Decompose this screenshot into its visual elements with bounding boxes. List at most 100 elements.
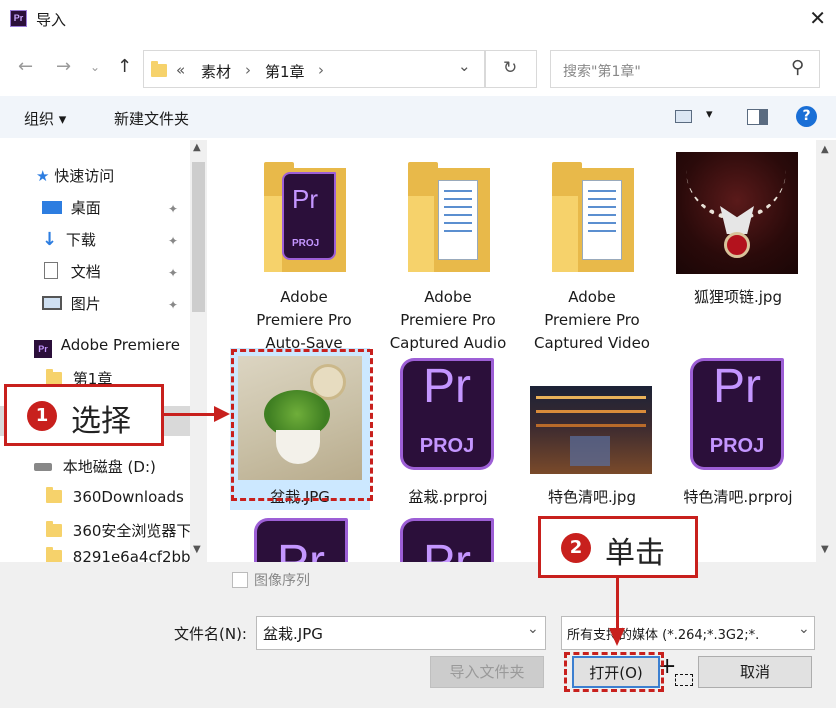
view-options-icon[interactable]	[675, 110, 692, 123]
file-list-scrollbar[interactable]: ▲ ▼	[816, 140, 836, 562]
download-icon: ↓	[42, 229, 58, 250]
arrow-head-icon	[214, 406, 230, 422]
scroll-up-icon[interactable]: ▲	[193, 142, 201, 153]
sidebar-item-360downloads[interactable]: 360Downloads	[46, 487, 184, 506]
import-dialog: Pr 导入 ✕ ← → ⌄ ↑ « 素材 › 第1章 › ⌄ ↻ 搜索"第1章"…	[0, 0, 836, 708]
folder-icon	[408, 162, 490, 272]
pin-icon[interactable]: ✦	[168, 266, 178, 280]
recent-dropdown-icon[interactable]: ⌄	[90, 60, 100, 74]
address-dropdown-icon[interactable]: ⌄	[458, 57, 471, 75]
desktop-icon	[42, 201, 62, 214]
sidebar-scrollbar[interactable]: ▲ ▼	[190, 140, 207, 562]
drive-icon	[34, 463, 52, 471]
forward-arrow-icon[interactable]: →	[56, 56, 71, 77]
crumb-separator: ›	[318, 61, 324, 79]
scroll-down-icon[interactable]: ▼	[821, 544, 829, 555]
sidebar-item-downloads[interactable]: ↓ 下载	[42, 229, 96, 250]
filename-value: 盆栽.JPG	[263, 625, 323, 643]
up-arrow-icon[interactable]: ↑	[117, 56, 132, 77]
image-thumbnail	[530, 386, 652, 474]
sidebar-item-pictures[interactable]: 图片	[42, 293, 101, 314]
callout-text: 单击	[605, 536, 665, 571]
premiere-icon: Pr	[34, 340, 52, 358]
title-bar: Pr 导入 ✕	[0, 0, 836, 38]
file-name: Premiere Pro	[256, 311, 352, 329]
folder-icon	[46, 521, 62, 537]
file-name: 狐狸项链.jpg	[694, 288, 782, 306]
file-name: Premiere Pro	[544, 311, 640, 329]
star-icon: ★	[36, 167, 50, 185]
navigation-pane: ★ 快速访问 桌面 ↓ 下载 文档 图片 ✦ ✦ ✦ ✦ Pr Adobe Pr…	[0, 140, 208, 562]
callout-text: 选择	[71, 404, 131, 439]
pictures-icon	[42, 296, 62, 310]
search-placeholder: 搜索"第1章"	[563, 64, 641, 80]
document-icon	[44, 262, 58, 279]
file-item-bar-jpg[interactable]: 特色清吧.jpg	[522, 348, 662, 510]
prproj-icon: Pr PROJ	[690, 358, 784, 470]
filename-field[interactable]: 盆栽.JPG ⌄	[256, 616, 546, 650]
folder-icon	[46, 547, 62, 562]
organize-menu[interactable]: 组织 ▾	[24, 108, 66, 129]
file-item-auto-save[interactable]: Pr PROJ Adobe Premiere Pro Auto-Save	[234, 148, 374, 352]
help-icon[interactable]: ?	[796, 106, 817, 127]
highlight-selected-file	[231, 349, 373, 501]
search-icon[interactable]: ⚲	[791, 57, 804, 78]
file-item-bar-prproj[interactable]: Pr PROJ 特色清吧.prproj	[668, 348, 808, 510]
prproj-icon[interactable]: Pr	[254, 518, 348, 562]
command-bar: 组织 ▾ 新建文件夹 ▾	[0, 96, 836, 138]
scroll-down-icon[interactable]: ▼	[193, 544, 201, 555]
arrow-line	[164, 413, 216, 416]
sidebar-item-local-disk-d[interactable]: 本地磁盘 (D:)	[34, 456, 156, 477]
callout-select: 1 选择	[4, 384, 164, 446]
file-type-value: 所有支持的媒体 (*.264;*.3G2;*.	[567, 628, 760, 643]
chevron-down-icon[interactable]: ⌄	[527, 621, 539, 637]
scroll-up-icon[interactable]: ▲	[821, 144, 829, 155]
sidebar-scroll-thumb[interactable]	[192, 162, 205, 312]
sidebar-item-documents[interactable]: 文档	[44, 261, 101, 282]
dialog-footer: 图像序列 文件名(N): 盆栽.JPG ⌄ 所有支持的媒体 (*.264;*.3…	[0, 562, 836, 708]
crumb-chapter1[interactable]: 第1章	[265, 61, 305, 82]
refresh-button[interactable]: ↻	[485, 50, 537, 88]
pin-icon[interactable]: ✦	[168, 202, 178, 216]
cancel-button[interactable]: 取消	[698, 656, 812, 688]
pin-icon[interactable]: ✦	[168, 298, 178, 312]
folder-icon	[46, 487, 62, 503]
crumb-sucai[interactable]: 素材	[201, 61, 231, 82]
file-name: 特色清吧.prproj	[683, 488, 793, 506]
sidebar-item-8291e6a4[interactable]: 8291e6a4cf2bb	[46, 547, 191, 562]
drag-copy-icon	[675, 674, 693, 686]
file-name: Premiere Pro	[400, 311, 496, 329]
pin-icon[interactable]: ✦	[168, 234, 178, 248]
image-sequence-checkbox[interactable]	[232, 572, 248, 588]
file-item-fox-necklace[interactable]: 狐狸项链.jpg	[668, 148, 808, 348]
overflow-chevrons[interactable]: «	[176, 61, 185, 79]
close-icon[interactable]: ✕	[809, 6, 826, 30]
view-dropdown-icon[interactable]: ▾	[706, 107, 713, 122]
new-folder-button[interactable]: 新建文件夹	[114, 108, 189, 129]
back-arrow-icon[interactable]: ←	[18, 56, 33, 77]
premiere-logo-icon: Pr	[10, 10, 27, 27]
file-name: Adobe	[280, 288, 328, 306]
search-input[interactable]: 搜索"第1章" ⚲	[550, 50, 820, 88]
image-thumbnail	[676, 152, 798, 274]
breadcrumb[interactable]: « 素材 › 第1章 › ⌄	[143, 50, 485, 88]
callout-number: 2	[561, 533, 591, 563]
import-folder-button[interactable]: 导入文件夹	[430, 656, 544, 688]
sidebar-item-adobe-premiere[interactable]: Pr Adobe Premiere	[34, 336, 180, 358]
sidebar-item-desktop[interactable]: 桌面	[42, 197, 101, 218]
preview-pane-icon[interactable]	[747, 109, 768, 125]
sidebar-item-360browser[interactable]: 360安全浏览器下	[46, 520, 191, 541]
folder-icon	[552, 162, 634, 272]
file-type-select[interactable]: 所有支持的媒体 (*.264;*.3G2;*. ⌄	[561, 616, 815, 650]
file-item-captured-audio[interactable]: Adobe Premiere Pro Captured Audio	[378, 148, 518, 352]
file-item-bonsai-prproj[interactable]: Pr PROJ 盆栽.prproj	[378, 348, 518, 510]
refresh-icon: ↻	[503, 58, 518, 78]
arrow-head-icon	[609, 628, 625, 646]
chevron-down-icon[interactable]: ⌄	[798, 621, 810, 637]
file-name: 特色清吧.jpg	[548, 488, 636, 506]
file-item-captured-video[interactable]: Adobe Premiere Pro Captured Video	[522, 148, 662, 352]
sidebar-item-quick-access[interactable]: ★ 快速访问	[36, 165, 114, 186]
prproj-icon[interactable]: Pr	[400, 518, 494, 562]
file-name: Adobe	[568, 288, 616, 306]
folder-icon	[151, 61, 167, 77]
